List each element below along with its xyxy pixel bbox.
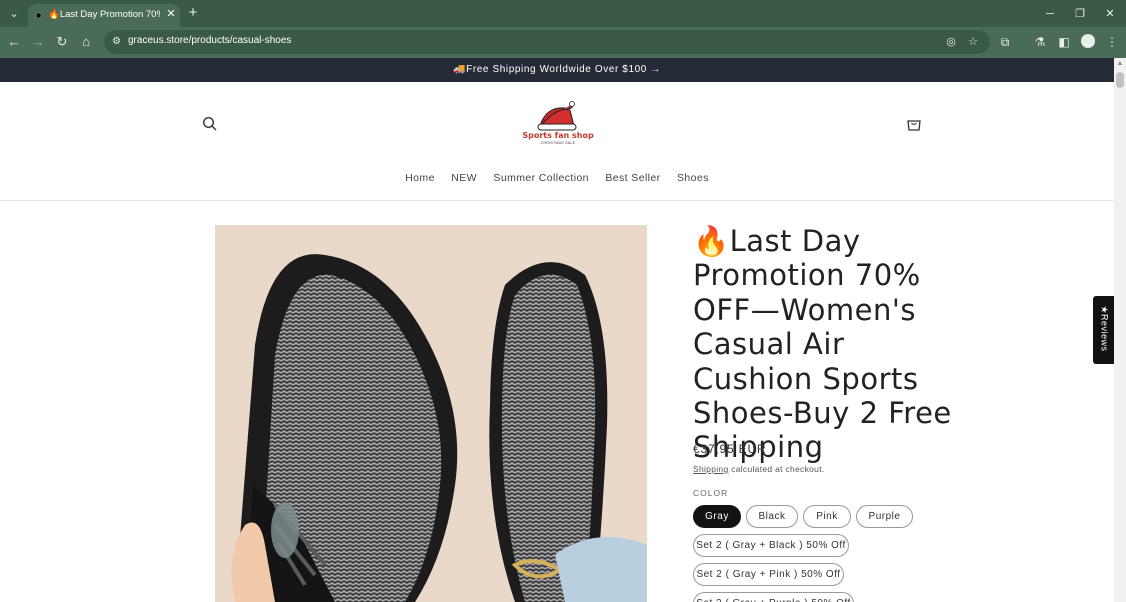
labs-icon[interactable]: ⚗ (1032, 34, 1048, 50)
color-option-purple[interactable]: Purple (856, 505, 913, 528)
forward-icon[interactable]: → (30, 34, 46, 50)
shipping-link[interactable]: Shipping (693, 464, 728, 474)
color-option-gray[interactable]: Gray (693, 505, 741, 528)
product-title: 🔥Last Day Promotion 70% OFF—Women's Casu… (693, 224, 952, 465)
announcement-text[interactable]: 🚚Free Shipping Worldwide Over $100 → (0, 64, 1114, 75)
color-label: COLOR (693, 488, 729, 498)
reviews-tab[interactable]: ★Reviews (1093, 296, 1114, 364)
main-menu: Home NEW Summer Collection Best Seller S… (0, 168, 1114, 184)
web-page: 🚚Free Shipping Worldwide Over $100 → Spo… (0, 58, 1114, 602)
back-icon[interactable]: ← (6, 34, 22, 50)
product-image[interactable] (215, 225, 647, 602)
bookmark-star-icon[interactable]: ☆ (966, 35, 980, 49)
browser-toolbar: ← → ↻ ⌂ ⚙ graceus.store/products/casual-… (0, 27, 1126, 58)
reviews-tab-label: ★Reviews (1099, 305, 1110, 352)
store-logo[interactable]: Sports fan shop CHRISTMAS SALE (518, 100, 598, 148)
shipping-note-text: calculated at checkout. (728, 464, 825, 474)
reload-icon[interactable]: ↻ (54, 34, 70, 50)
menu-item-summer-collection[interactable]: Summer Collection (493, 172, 589, 184)
search-icon[interactable] (202, 116, 218, 132)
restore-icon[interactable]: ❐ (1072, 6, 1088, 22)
eye-off-icon[interactable]: ◎ (944, 35, 958, 49)
santa-hat-icon (537, 101, 577, 131)
site-info-icon[interactable]: ⚙ (112, 35, 124, 49)
menu-icon[interactable]: ⋮ (1104, 34, 1120, 50)
page-scrollbar[interactable]: ▲ (1114, 58, 1126, 602)
menu-item-new[interactable]: NEW (451, 172, 477, 184)
browser-tab[interactable]: ● 🔥Last Day Promotion 70% OF ✕ (28, 4, 180, 27)
header-divider (0, 200, 1114, 201)
tab-search-icon[interactable]: ⌄ (6, 6, 22, 22)
color-option-set2-gray-black[interactable]: Set 2 ( Gray + Black ) 50% Off (693, 534, 849, 557)
new-tab-icon[interactable]: + (186, 5, 200, 20)
close-tab-icon[interactable]: ✕ (164, 7, 178, 21)
color-option-black[interactable]: Black (746, 505, 798, 528)
favicon-icon: ● (36, 10, 42, 20)
close-window-icon[interactable]: ✕ (1102, 6, 1118, 22)
menu-item-home[interactable]: Home (405, 172, 435, 184)
cart-icon[interactable] (906, 116, 922, 132)
color-option-pink[interactable]: Pink (803, 505, 851, 528)
address-bar[interactable]: ⚙ graceus.store/products/casual-shoes ◎ … (104, 30, 990, 54)
logo-name: Sports fan shop (522, 131, 594, 140)
profile-avatar[interactable] (1081, 34, 1095, 48)
scroll-up-icon[interactable]: ▲ (1116, 60, 1124, 68)
logo-subtitle: CHRISTMAS SALE (540, 141, 576, 145)
minimize-icon[interactable]: ─ (1042, 6, 1058, 22)
menu-item-best-seller[interactable]: Best Seller (605, 172, 660, 184)
side-panel-icon[interactable]: ◧ (1056, 34, 1072, 50)
color-option-set2-gray-purple[interactable]: Set 2 ( Gray + Purple ) 50% Off (693, 592, 854, 602)
color-option-set2-gray-pink[interactable]: Set 2 ( Gray + Pink ) 50% Off (693, 563, 844, 586)
shipping-note: Shipping calculated at checkout. (693, 464, 825, 474)
scrollbar-thumb[interactable] (1116, 72, 1124, 88)
tab-title: 🔥Last Day Promotion 70% OF (48, 9, 160, 20)
home-icon[interactable]: ⌂ (78, 34, 94, 50)
menu-item-shoes[interactable]: Shoes (677, 172, 709, 184)
extensions-icon[interactable]: ⧉ (997, 34, 1013, 50)
browser-tab-strip: ⌄ ● 🔥Last Day Promotion 70% OF ✕ + ─ ❐ ✕ (0, 0, 1126, 27)
announcement-bar[interactable]: 🚚Free Shipping Worldwide Over $100 → (0, 58, 1114, 82)
url-text[interactable]: graceus.store/products/casual-shoes (128, 35, 291, 46)
product-price: €37,95 EUR (693, 442, 767, 456)
